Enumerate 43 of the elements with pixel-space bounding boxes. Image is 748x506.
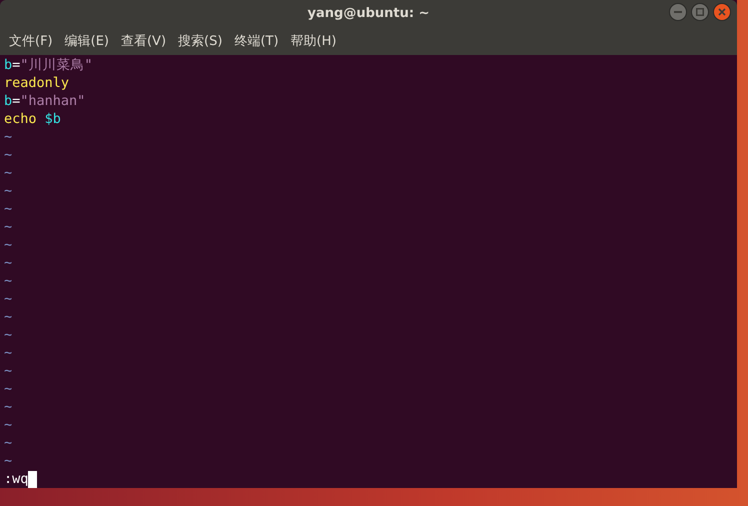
menu-item[interactable]: 终端(T) [234, 32, 279, 50]
close-button[interactable] [713, 3, 731, 21]
minimize-button[interactable] [669, 3, 687, 21]
menu-item[interactable]: 查看(V) [120, 32, 166, 50]
menu-item[interactable]: 帮助(H) [290, 32, 336, 50]
code-text: "hanhan" [20, 93, 86, 109]
window-title: yang@ubuntu: ~ [308, 6, 430, 21]
maximize-icon [696, 8, 704, 16]
empty-line-marker: ~ [4, 417, 12, 433]
empty-line-marker: ~ [4, 165, 12, 181]
empty-line-marker: ~ [4, 201, 12, 217]
code-text: $b [44, 111, 61, 127]
command-line: :wq [4, 470, 28, 488]
empty-line-marker: ~ [4, 345, 12, 361]
empty-line-marker: ~ [4, 291, 12, 307]
empty-line-marker: ~ [4, 219, 12, 235]
empty-line-marker: ~ [4, 381, 12, 397]
empty-line-marker: ~ [4, 273, 12, 289]
code-text: "川川菜鳥" [20, 57, 93, 73]
empty-line-marker: ~ [4, 309, 12, 325]
code-text: readonly [4, 75, 70, 91]
close-icon [718, 8, 726, 16]
code-text: = [12, 57, 20, 73]
code-text: echo [4, 111, 38, 127]
menu-item[interactable]: 搜索(S) [178, 32, 222, 50]
empty-line-marker: ~ [4, 147, 12, 163]
cursor [28, 470, 38, 488]
code-text: b [4, 57, 12, 73]
empty-line-marker: ~ [4, 237, 12, 253]
empty-line-marker: ~ [4, 399, 12, 415]
empty-line-marker: ~ [4, 435, 12, 451]
minimize-icon [674, 11, 682, 13]
empty-line-marker: ~ [4, 363, 12, 379]
empty-line-marker: ~ [4, 255, 12, 271]
menu-item[interactable]: 编辑(E) [64, 32, 109, 50]
menu-item[interactable]: 文件(F) [9, 32, 53, 50]
empty-line-marker: ~ [4, 453, 12, 469]
code-text: b [4, 93, 12, 109]
empty-line-marker: ~ [4, 327, 12, 343]
code-text: = [12, 93, 20, 109]
empty-line-marker: ~ [4, 129, 12, 145]
maximize-button[interactable] [691, 3, 709, 21]
empty-line-marker: ~ [4, 183, 12, 199]
